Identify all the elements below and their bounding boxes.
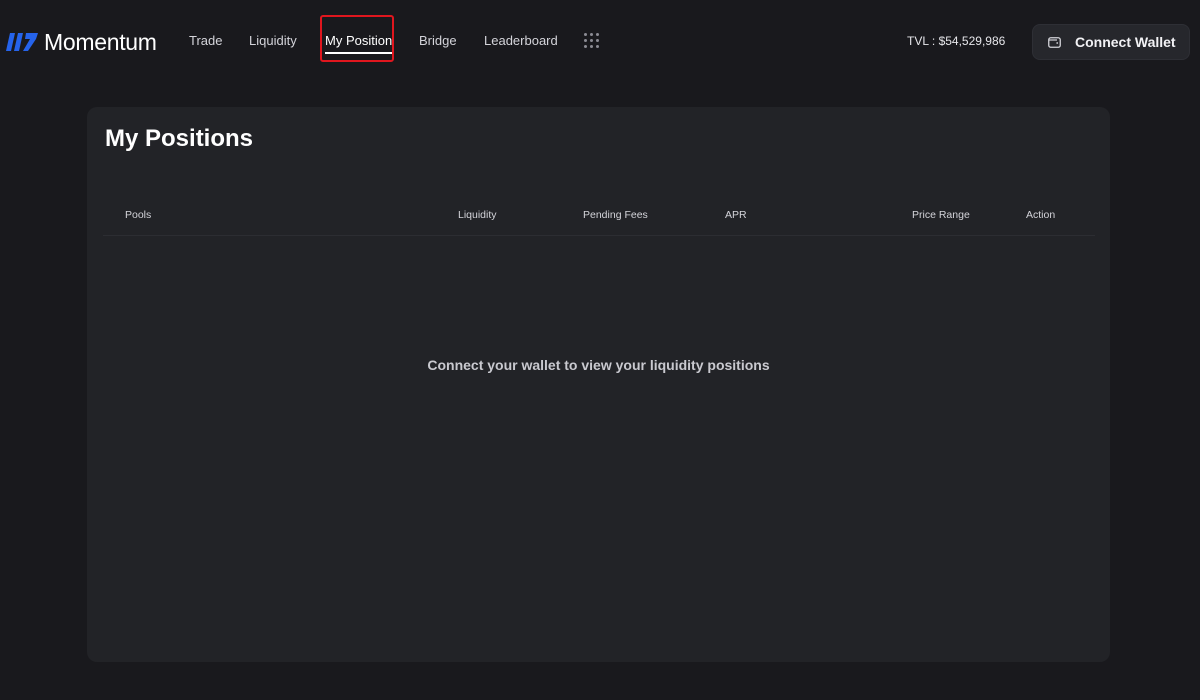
column-header-pools: Pools: [125, 209, 152, 221]
column-header-pending-fees: Pending Fees: [583, 209, 648, 221]
nav-item-my-position[interactable]: My Position: [325, 33, 393, 54]
grid-dots-icon[interactable]: [584, 33, 600, 49]
column-header-apr: APR: [725, 209, 747, 221]
page-title: My Positions: [105, 125, 254, 152]
nav-item-trade[interactable]: Trade: [189, 33, 222, 48]
brand-logo[interactable]: Momentum: [6, 28, 157, 56]
brand-name: Momentum: [44, 28, 157, 55]
nav-item-bridge[interactable]: Bridge: [419, 33, 457, 48]
column-header-liquidity: Liquidity: [458, 209, 497, 221]
tvl-display: TVL : $54,529,986: [907, 34, 1006, 48]
connect-wallet-label: Connect Wallet: [1075, 34, 1176, 50]
column-header-price-range: Price Range: [912, 209, 970, 221]
empty-state-message: Connect your wallet to view your liquidi…: [427, 357, 770, 373]
positions-panel: My Positions Pools Liquidity Pending Fee…: [87, 107, 1110, 662]
top-navigation-bar: Momentum Trade Liquidity My Position Bri…: [0, 0, 1200, 84]
connect-wallet-button[interactable]: Connect Wallet: [1032, 24, 1190, 60]
positions-table-header: Pools Liquidity Pending Fees APR Price R…: [103, 205, 1095, 236]
wallet-icon: [1048, 37, 1061, 48]
nav-item-my-position-label: My Position: [325, 33, 393, 48]
nav-item-liquidity[interactable]: Liquidity: [249, 33, 297, 48]
column-header-action: Action: [1026, 209, 1056, 221]
nav-item-leaderboard[interactable]: Leaderboard: [484, 33, 558, 48]
momentum-logo-icon: [6, 33, 38, 51]
active-tab-underline: [325, 52, 393, 54]
